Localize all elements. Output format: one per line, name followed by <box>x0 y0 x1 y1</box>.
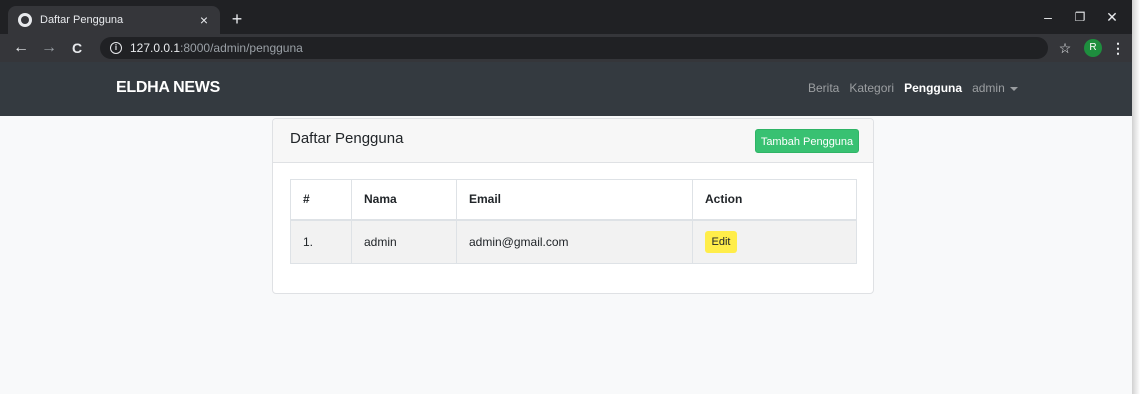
browser-menu-icon[interactable]: ⋮ <box>1110 37 1126 59</box>
card-header: Daftar Pengguna Tambah Pengguna <box>273 119 873 163</box>
table-row: 1. admin admin@gmail.com Edit <box>290 219 857 264</box>
cell-nama: admin <box>351 219 457 264</box>
users-table: # Nama Email Action 1. admin admin@gmail… <box>290 179 857 264</box>
tab-close-icon[interactable]: × <box>196 12 212 28</box>
reload-icon[interactable]: C <box>66 37 88 59</box>
card-title: Daftar Pengguna <box>290 130 404 147</box>
profile-avatar[interactable]: R <box>1084 39 1102 57</box>
info-icon[interactable]: i <box>110 42 122 54</box>
add-user-button[interactable]: Tambah Pengguna <box>755 129 859 153</box>
tab-strip: Daftar Pengguna × + – ❐ ✕ <box>0 0 1132 34</box>
globe-icon <box>18 13 32 27</box>
forward-arrow-icon[interactable]: → <box>38 37 60 59</box>
url-host: 127.0.0.1 <box>130 41 181 55</box>
column-header-number: # <box>290 179 352 221</box>
window-close-icon[interactable]: ✕ <box>1098 6 1126 28</box>
user-dropdown-label: admin <box>972 81 1005 95</box>
user-dropdown[interactable]: admin <box>972 81 1018 95</box>
cell-email: admin@gmail.com <box>456 219 693 264</box>
url-path: :8000/admin/pengguna <box>180 41 303 55</box>
nav-links: Berita Kategori Pengguna admin <box>808 81 1028 95</box>
page-viewport: ELDHA NEWS Berita Kategori Pengguna admi… <box>0 62 1132 394</box>
column-header-action: Action <box>692 179 857 221</box>
nav-link-kategori[interactable]: Kategori <box>849 81 894 95</box>
users-card: Daftar Pengguna Tambah Pengguna # Nama E… <box>272 118 874 294</box>
bookmark-star-icon[interactable]: ☆ <box>1054 37 1076 59</box>
tab-title: Daftar Pengguna <box>40 14 124 26</box>
column-header-email: Email <box>456 179 693 221</box>
window-shadow <box>1132 0 1140 394</box>
address-bar[interactable]: i 127.0.0.1 :8000/admin/pengguna <box>100 37 1048 59</box>
browser-tab[interactable]: Daftar Pengguna × <box>8 6 220 34</box>
restore-icon[interactable]: ❐ <box>1066 6 1094 28</box>
browser-toolbar: ← → C i 127.0.0.1 :8000/admin/pengguna ☆… <box>0 34 1132 62</box>
cell-number: 1. <box>290 219 352 264</box>
new-tab-icon[interactable]: + <box>226 8 248 30</box>
minimize-icon[interactable]: – <box>1034 6 1062 28</box>
caret-down-icon <box>1009 86 1018 91</box>
app-navbar: ELDHA NEWS Berita Kategori Pengguna admi… <box>0 62 1132 116</box>
cell-action: Edit <box>692 219 857 264</box>
edit-button[interactable]: Edit <box>705 230 737 253</box>
table-header-row: # Nama Email Action <box>290 179 857 221</box>
back-arrow-icon[interactable]: ← <box>10 37 32 59</box>
brand-logo[interactable]: ELDHA NEWS <box>116 79 220 97</box>
column-header-nama: Nama <box>351 179 457 221</box>
browser-window: Daftar Pengguna × + – ❐ ✕ ← → C i 127.0.… <box>0 0 1132 394</box>
nav-link-pengguna[interactable]: Pengguna <box>904 81 962 95</box>
nav-link-berita[interactable]: Berita <box>808 81 839 95</box>
